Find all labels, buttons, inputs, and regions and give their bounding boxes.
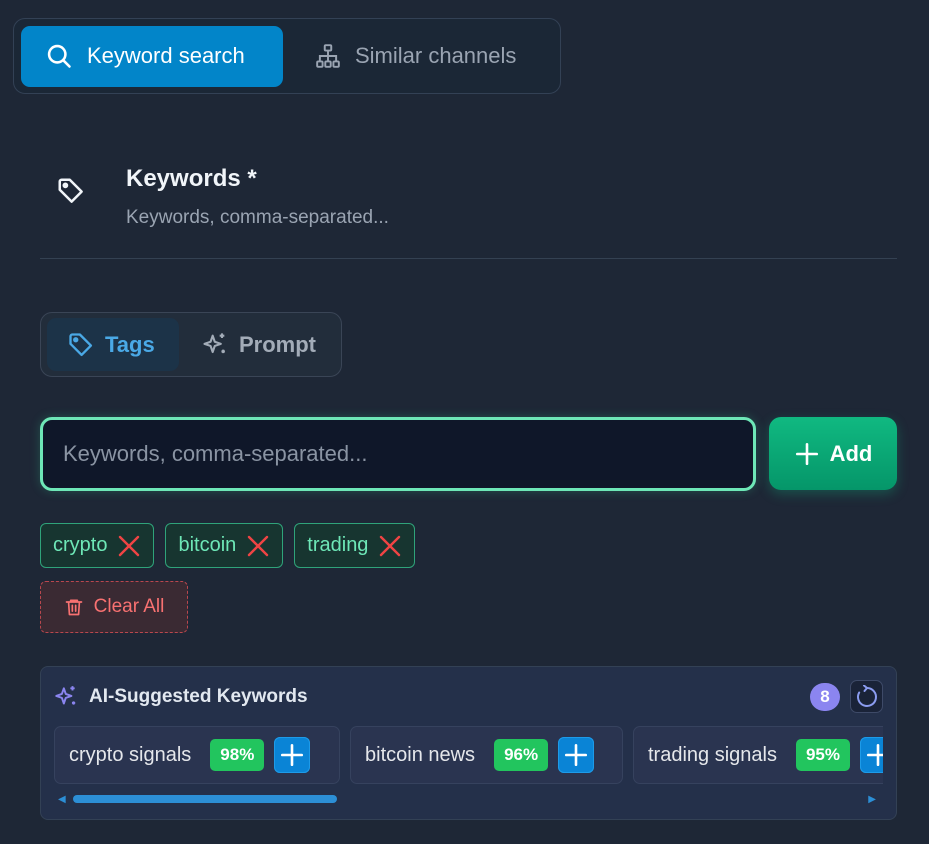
similar-channels-tab[interactable]: Similar channels xyxy=(291,26,540,87)
suggestion-card: crypto signals 98% xyxy=(54,726,340,784)
search-mode-switch: Keyword search Similar channels xyxy=(13,18,561,94)
plus-icon xyxy=(795,442,818,465)
tag-chip: crypto xyxy=(40,523,155,568)
tag-chip: trading xyxy=(294,523,416,568)
tags-tab-label: Tags xyxy=(105,331,155,357)
tag-label: crypto xyxy=(53,534,108,556)
suggestion-label: trading signals xyxy=(648,743,777,766)
suggestion-label: crypto signals xyxy=(69,743,192,766)
add-suggestion-button[interactable] xyxy=(274,737,311,773)
add-button-label: Add xyxy=(829,440,873,466)
keyword-search-tab[interactable]: Keyword search xyxy=(21,25,283,87)
relevance-badge: 98% xyxy=(210,739,265,771)
keywords-title: Keywords * xyxy=(126,165,257,192)
tag-icon xyxy=(69,332,93,356)
scroll-right-icon[interactable]: ▶ xyxy=(868,794,876,805)
remove-tag-icon[interactable] xyxy=(378,534,402,558)
plus-icon xyxy=(281,743,304,767)
add-suggestion-button[interactable] xyxy=(860,737,883,773)
keyword-search-label: Keyword search xyxy=(87,43,245,68)
ai-suggestions-title: AI-Suggested Keywords xyxy=(89,686,308,707)
add-button[interactable]: Add xyxy=(769,417,897,490)
remove-tag-icon[interactable] xyxy=(246,534,270,558)
trash-icon xyxy=(65,599,82,616)
refresh-suggestions-button[interactable] xyxy=(850,680,883,713)
tag-chip: bitcoin xyxy=(165,523,284,568)
ai-suggestions-header: AI-Suggested Keywords xyxy=(53,684,308,710)
suggestion-label: bitcoin news xyxy=(365,743,476,766)
add-suggestion-button[interactable] xyxy=(558,737,595,773)
horizontal-scrollbar[interactable]: ◀ ▶ xyxy=(56,793,878,805)
refresh-icon xyxy=(856,684,877,707)
scrollbar-thumb[interactable] xyxy=(73,795,337,803)
tag-label: bitcoin xyxy=(178,534,237,556)
plus-icon xyxy=(565,743,588,767)
remove-tag-icon[interactable] xyxy=(117,534,141,558)
suggestions-scroller[interactable]: crypto signals 98% bitcoin news 96% trad… xyxy=(54,726,883,785)
keywords-subtitle: Keywords, comma-separated... xyxy=(126,207,389,228)
tags-tab[interactable]: Tags xyxy=(47,318,179,371)
keywords-header: Keywords * Keywords, comma-separated... xyxy=(40,150,897,259)
tag-list: crypto bitcoin trading xyxy=(40,523,416,568)
suggestion-card: bitcoin news 96% xyxy=(350,726,623,784)
tag-icon xyxy=(58,178,83,203)
prompt-tab[interactable]: Prompt xyxy=(185,318,316,371)
scroll-left-icon[interactable]: ◀ xyxy=(58,794,66,805)
clear-all-button[interactable]: Clear All xyxy=(40,581,188,633)
relevance-badge: 95% xyxy=(795,739,850,771)
prompt-tab-label: Prompt xyxy=(239,331,316,357)
relevance-badge: 96% xyxy=(494,739,549,771)
clear-all-label: Clear All xyxy=(93,596,165,617)
tag-label: trading xyxy=(307,534,369,556)
sparkles-icon xyxy=(55,686,76,705)
sparkles-icon xyxy=(203,332,225,353)
input-mode-switch: Tags Prompt xyxy=(40,312,342,377)
search-icon xyxy=(47,44,71,68)
plus-icon xyxy=(866,743,883,767)
sitemap-icon xyxy=(316,44,340,68)
suggestion-count-badge: 8 xyxy=(810,683,840,711)
suggestion-card: trading signals 95% xyxy=(633,726,883,784)
ai-suggestions-panel: AI-Suggested Keywords 8 crypto signals 9… xyxy=(40,666,897,820)
keywords-input[interactable] xyxy=(40,417,756,491)
similar-channels-label: Similar channels xyxy=(355,43,517,68)
